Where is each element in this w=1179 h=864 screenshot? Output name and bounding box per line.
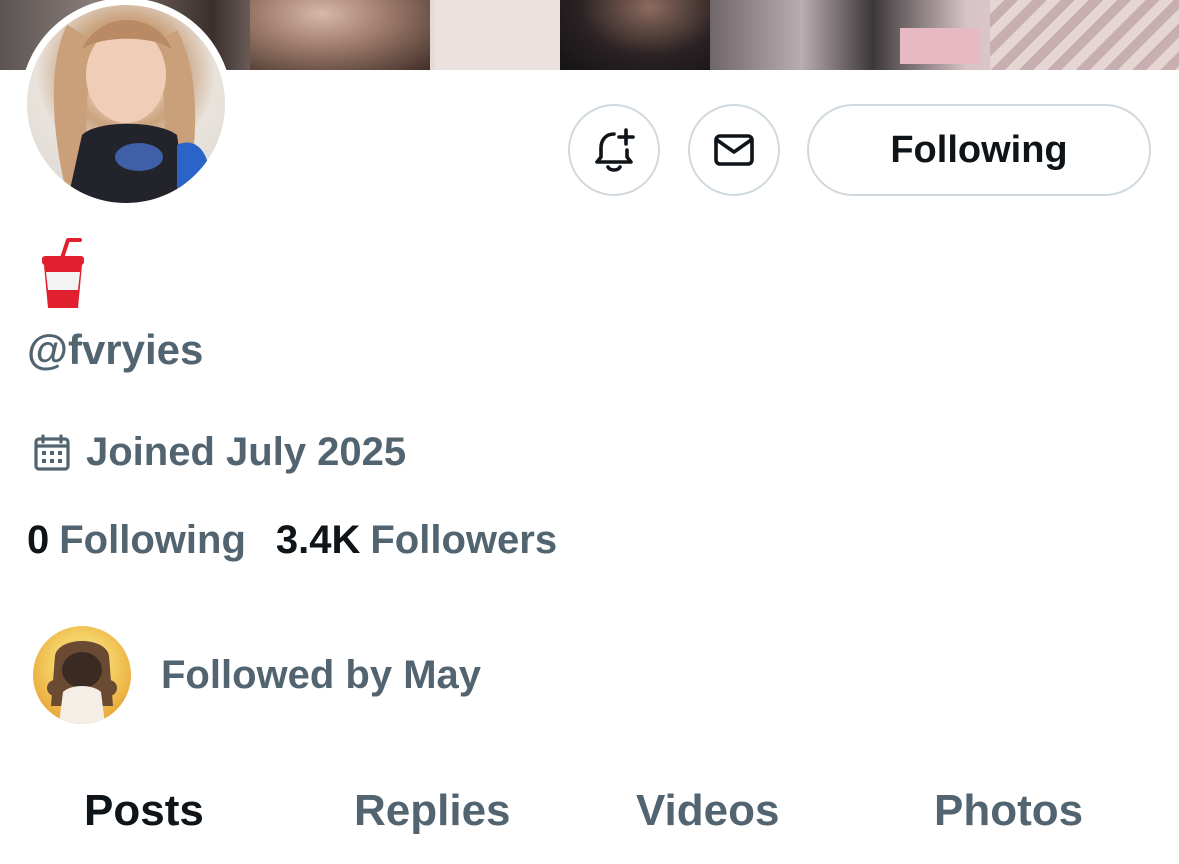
- followed-by-text: Followed by May: [161, 652, 482, 697]
- tab-photos[interactable]: Photos: [934, 786, 1083, 836]
- followed-by-row[interactable]: Followed by May: [33, 626, 481, 724]
- following-label[interactable]: Following: [59, 518, 246, 563]
- profile-handle: @fvryies: [27, 326, 204, 373]
- message-button[interactable]: [688, 104, 780, 196]
- banner-face-left: [250, 0, 430, 70]
- followers-count[interactable]: 3.4K: [276, 518, 361, 563]
- joined-date: Joined July 2025: [32, 430, 406, 475]
- avatar-photo: [27, 5, 225, 203]
- notifications-button[interactable]: [568, 104, 660, 196]
- follow-stats: 0 Following 3.4K Followers: [27, 518, 557, 563]
- following-button[interactable]: Following: [807, 104, 1151, 196]
- banner-card: [435, 0, 560, 70]
- follower-avatar[interactable]: [33, 626, 131, 724]
- joined-text: Joined July 2025: [86, 430, 407, 474]
- display-name-emoji: [38, 238, 88, 310]
- calendar-icon: [34, 433, 70, 471]
- tab-posts[interactable]: Posts: [84, 786, 204, 836]
- tab-replies[interactable]: Replies: [354, 786, 511, 836]
- banner-pink-block: [900, 28, 980, 64]
- cup-with-straw-icon: [42, 238, 84, 308]
- bell-plus-icon: [595, 128, 635, 172]
- banner-face-right: [560, 0, 710, 70]
- following-count[interactable]: 0: [27, 518, 49, 563]
- profile-avatar[interactable]: [20, 0, 232, 210]
- banner-pattern: [990, 0, 1179, 70]
- followers-label[interactable]: Followers: [370, 518, 557, 563]
- tab-videos[interactable]: Videos: [636, 786, 779, 836]
- envelope-icon: [714, 134, 754, 166]
- profile-tabs: Posts Replies Videos Photos: [0, 786, 1179, 864]
